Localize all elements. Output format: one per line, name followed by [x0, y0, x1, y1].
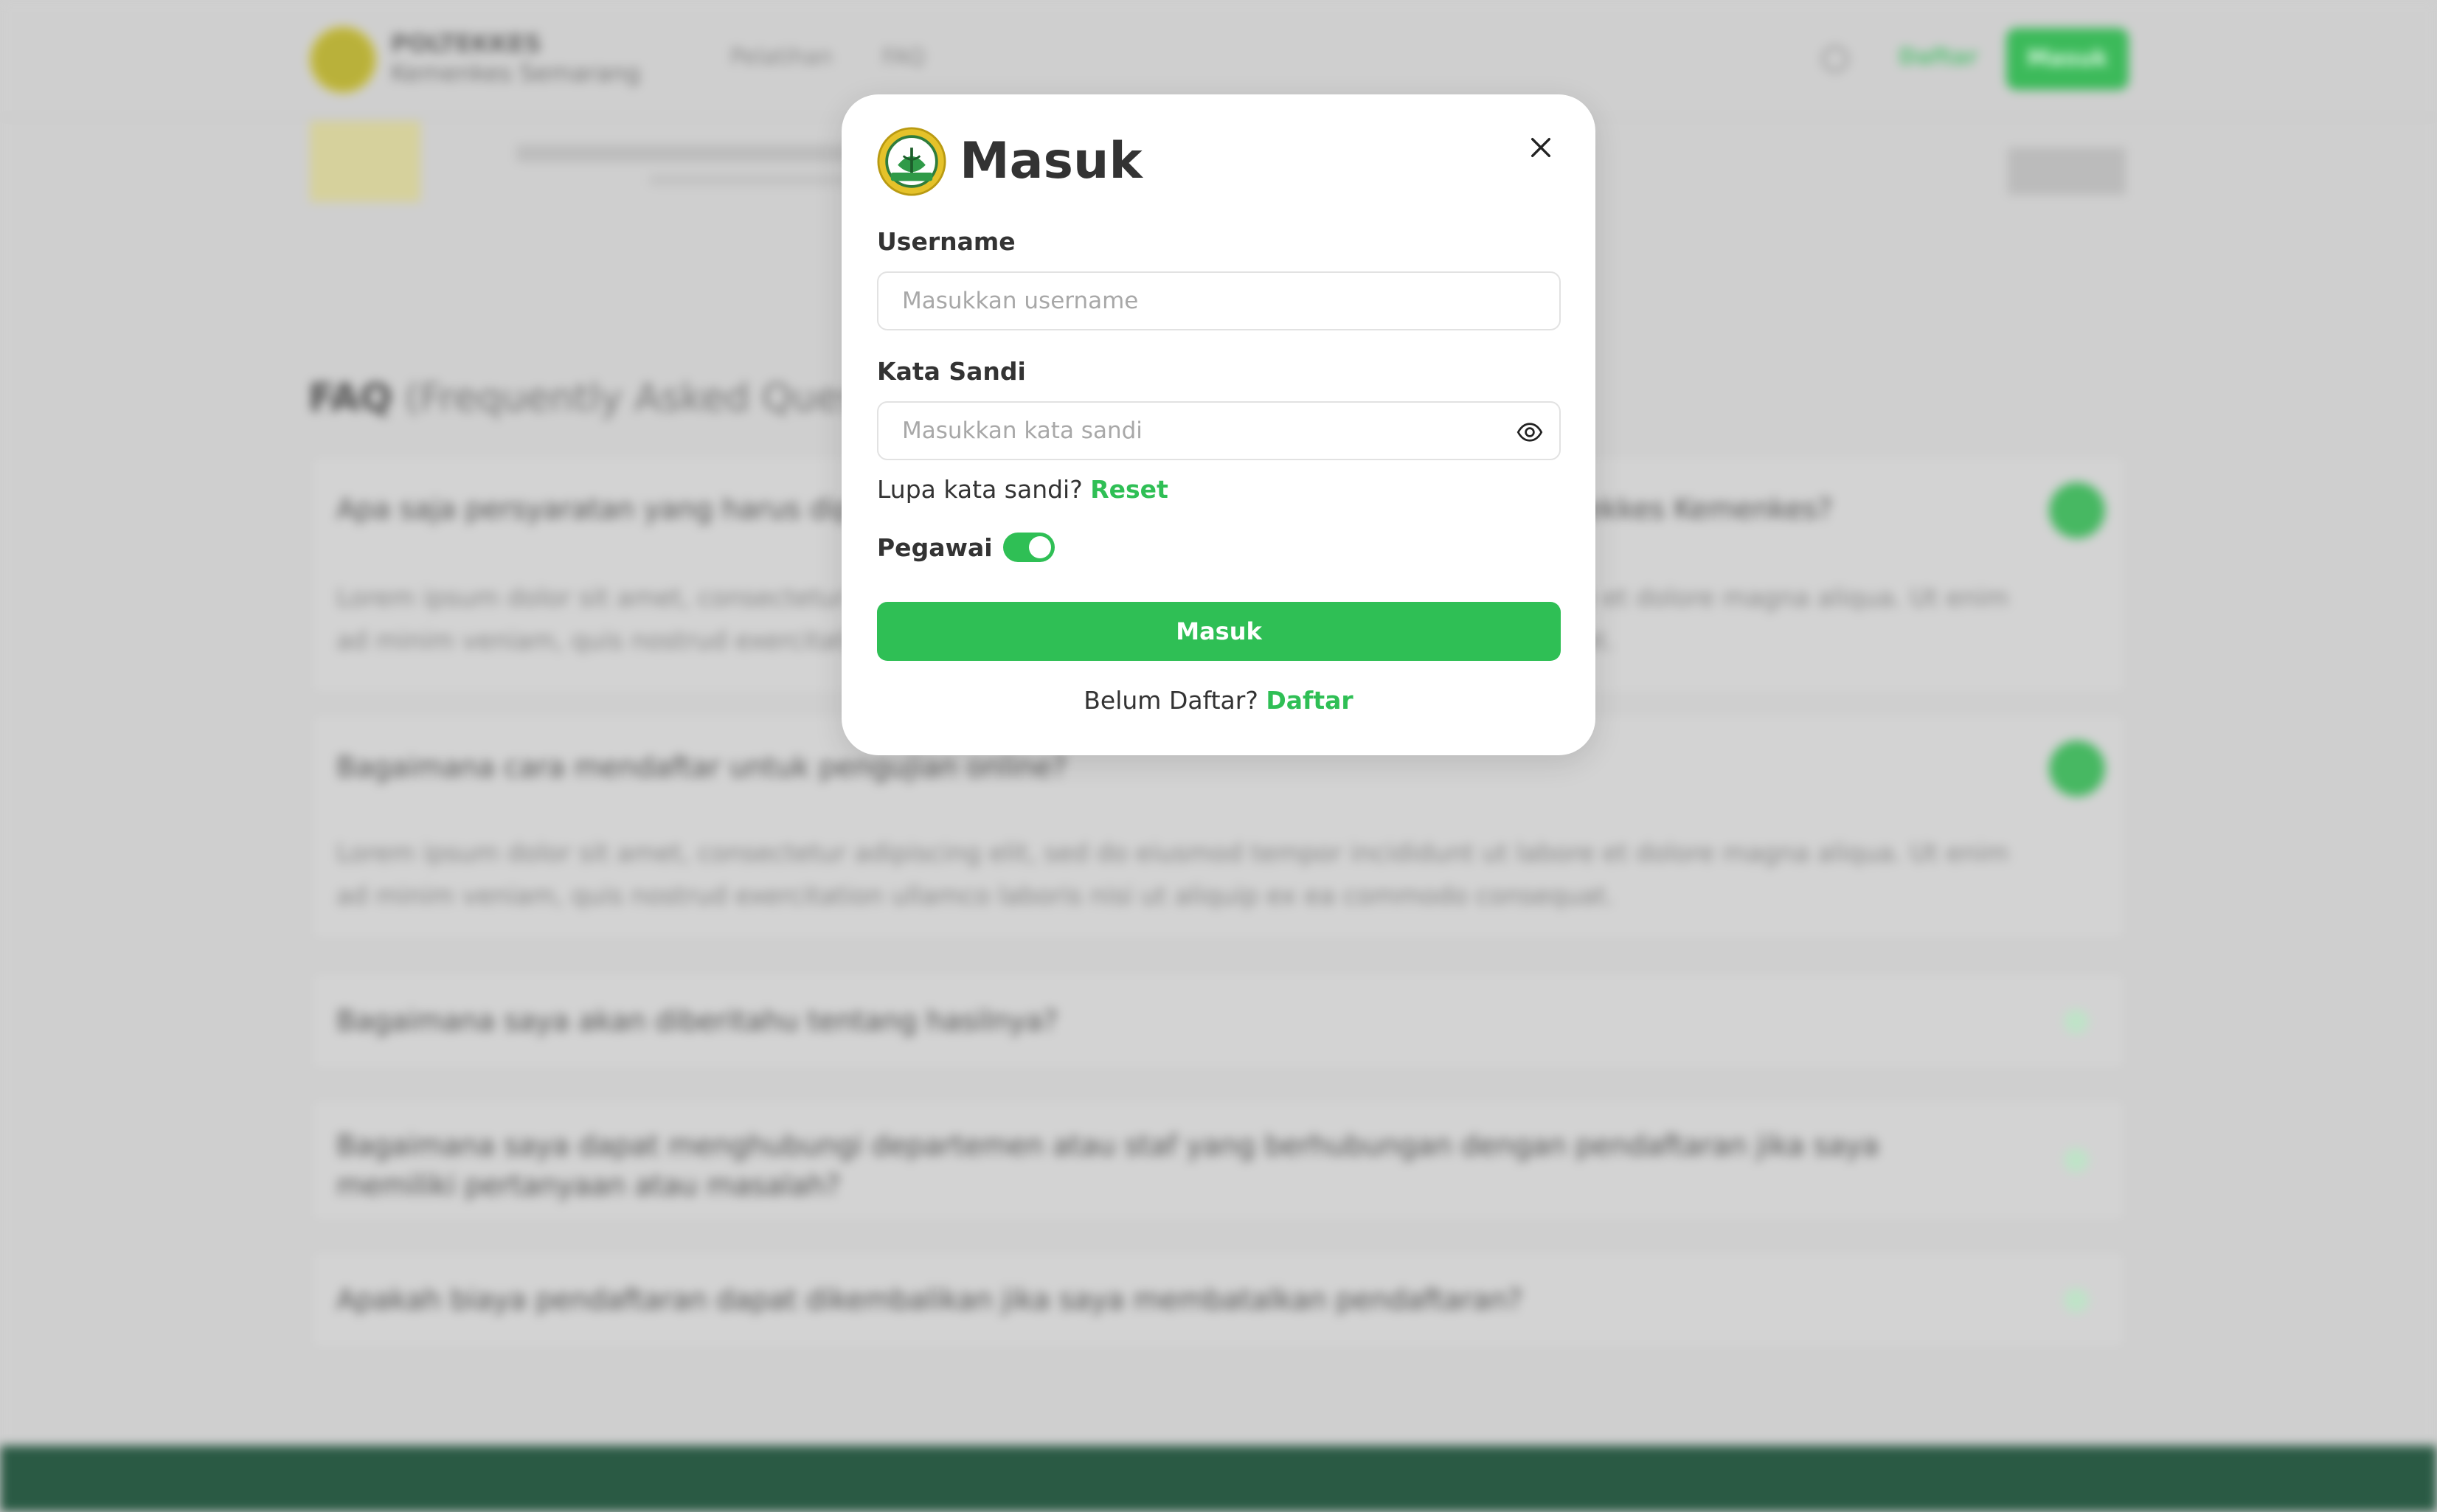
- username-label: Username: [877, 227, 1016, 256]
- password-field[interactable]: [877, 401, 1561, 460]
- password-input[interactable]: [878, 403, 1559, 459]
- faq-item[interactable]: Bagaimana saya akan diberitahu tentang h…: [310, 971, 2127, 1071]
- banner-decoration: [516, 145, 885, 162]
- header-daftar-link[interactable]: Daftar: [1899, 44, 1978, 70]
- faq-item[interactable]: Apakah biaya pendaftaran dapat dikembali…: [310, 1249, 2127, 1350]
- masuk-submit-button[interactable]: Masuk: [877, 602, 1561, 661]
- brand-subtitle: Kemenkes Semarang: [391, 59, 641, 87]
- daftar-link[interactable]: Daftar: [1266, 686, 1353, 715]
- brand-name: POLTEKKES: [391, 30, 541, 58]
- site-logo: [310, 27, 376, 93]
- close-icon[interactable]: [1528, 135, 1553, 160]
- nav-item-pelatihan[interactable]: Pelatihan: [730, 44, 833, 70]
- faq-expand-icon[interactable]: [2064, 1009, 2089, 1034]
- faq-answer: Lorem ipsum dolor sit amet, consectetur …: [336, 839, 2009, 911]
- reset-link[interactable]: Reset: [1090, 475, 1168, 504]
- faq-question: Apakah biaya pendaftaran dapat dikembali…: [336, 1283, 1522, 1316]
- username-input[interactable]: [878, 273, 1559, 329]
- faq-question: Bagaimana cara mendaftar untuk pengujian…: [336, 751, 1067, 783]
- forgot-password-row: Lupa kata sandi? Reset: [877, 475, 1168, 504]
- banner-decoration: [649, 174, 870, 186]
- password-visibility-toggle[interactable]: [1514, 416, 1546, 448]
- forgot-password-text: Lupa kata sandi?: [877, 475, 1083, 504]
- eye-icon[interactable]: [1516, 419, 1543, 445]
- faq-collapse-icon[interactable]: [2049, 741, 2105, 797]
- poltekkes-logo: [877, 127, 946, 196]
- faq-question: Bagaimana saya akan diberitahu tentang h…: [336, 1005, 1058, 1037]
- header-masuk-button[interactable]: Masuk: [2006, 28, 2129, 90]
- pegawai-toggle[interactable]: [1002, 533, 1055, 562]
- site-footer: [0, 1446, 2437, 1512]
- faq-item[interactable]: Bagaimana saya dapat menghubungi departe…: [310, 1097, 2127, 1223]
- toggle-knob: [1028, 536, 1051, 558]
- faq-expand-icon[interactable]: [2064, 1288, 2089, 1313]
- signup-text: Belum Daftar?: [1084, 686, 1258, 715]
- faq-collapse-icon[interactable]: [2049, 482, 2105, 538]
- banner-image: [310, 121, 420, 202]
- search-icon[interactable]: [1822, 46, 1848, 72]
- pegawai-label: Pegawai: [877, 533, 993, 562]
- pegawai-row: Pegawai: [877, 533, 1055, 562]
- signup-row: Belum Daftar? Daftar: [842, 686, 1595, 715]
- banner-image-right: [2008, 148, 2126, 195]
- username-field[interactable]: [877, 271, 1561, 330]
- faq-question: Bagaimana saya dapat menghubungi departe…: [336, 1129, 1879, 1201]
- login-modal: Masuk Username Kata Sandi Lupa kata sand…: [842, 94, 1595, 755]
- password-label: Kata Sandi: [877, 357, 1026, 386]
- nav-item-faq[interactable]: FAQ: [882, 44, 925, 70]
- modal-title: Masuk: [960, 132, 1143, 190]
- faq-expand-icon[interactable]: [2064, 1148, 2089, 1173]
- close-button[interactable]: [1519, 125, 1563, 170]
